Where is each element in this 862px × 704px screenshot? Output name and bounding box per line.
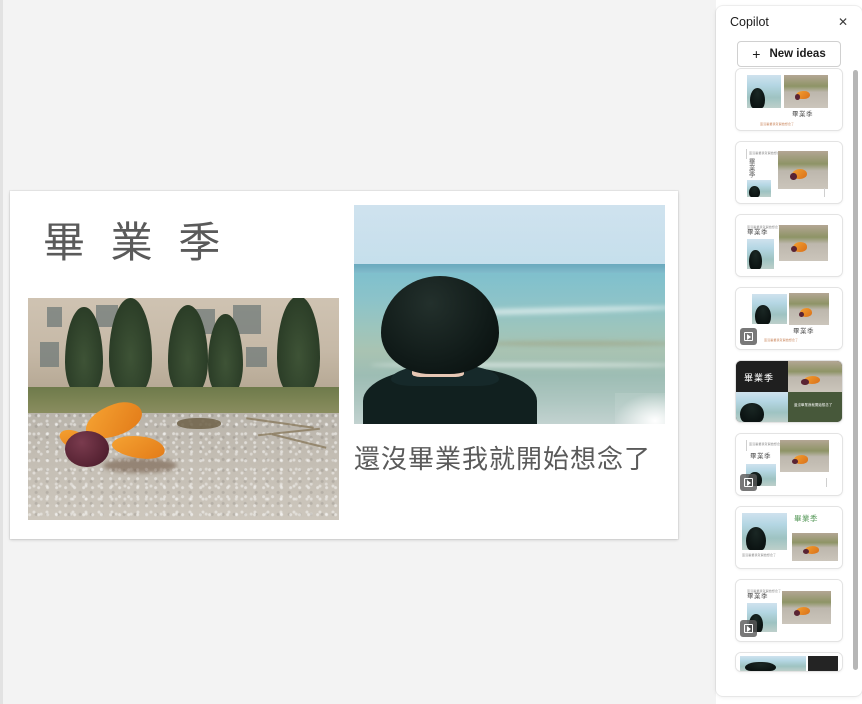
idea-2-title: 畢業季 <box>747 158 755 178</box>
idea-7-caption: 還沒畢業我就開始想念了 <box>742 553 777 557</box>
slide-title[interactable]: 畢 業 季 <box>43 222 227 264</box>
idea-8-title: 畢業季 <box>747 593 768 600</box>
design-idea-6[interactable]: 還沒畢業我就開始想念了 畢業季 <box>735 433 843 496</box>
idea-3-title: 畢業季 <box>747 229 768 236</box>
powerpoint-designer-screen: 畢 業 季 還沒畢業我就開始想念了 Copilot ✕ + New ideas … <box>0 0 862 704</box>
copilot-panel-title: Copilot <box>730 15 769 29</box>
new-ideas-button[interactable]: + New ideas <box>737 41 841 67</box>
video-play-icon[interactable] <box>740 328 757 345</box>
design-idea-3[interactable]: 還沒畢業我就開始想念了 畢業季 <box>735 214 843 277</box>
video-play-icon[interactable] <box>740 474 757 491</box>
design-idea-1[interactable]: 畢業季 還沒畢業我就開始想念了 <box>735 68 843 131</box>
video-play-icon[interactable] <box>740 620 757 637</box>
ideas-scrollbar-thumb[interactable] <box>853 70 858 670</box>
idea-5-caption: 還沒畢業我就開始想念了 <box>794 403 833 407</box>
idea-6-caption: 還沒畢業我就開始想念了 <box>749 442 784 446</box>
idea-1-title: 畢業季 <box>792 111 813 118</box>
new-ideas-label: New ideas <box>769 48 826 60</box>
idea-4-caption: 還沒畢業我就開始想念了 <box>764 338 799 342</box>
close-icon[interactable]: ✕ <box>833 12 853 32</box>
flower-scene-art <box>28 298 339 520</box>
sea-scene-art <box>354 205 665 424</box>
plus-icon: + <box>752 46 761 62</box>
idea-1-caption: 還沒畢業我就開始想念了 <box>760 122 795 126</box>
design-idea-9[interactable] <box>735 652 843 672</box>
slide-caption[interactable]: 還沒畢業我就開始想念了 <box>354 443 651 476</box>
idea-4-title: 畢業季 <box>793 328 814 335</box>
ideas-scrollbar[interactable] <box>853 70 858 688</box>
copilot-panel-body: Copilot ✕ + New ideas 畢業季 還沒畢業我就開始想念了 還沒… <box>716 6 862 696</box>
idea-7-title: 畢業季 <box>794 514 818 523</box>
flower-on-gravel-photo[interactable] <box>28 298 339 520</box>
person-facing-sea-photo[interactable] <box>354 205 665 424</box>
slide-surface[interactable]: 畢 業 季 還沒畢業我就開始想念了 <box>10 191 678 539</box>
idea-6-title: 畢業季 <box>750 453 771 460</box>
design-idea-5[interactable]: 畢業季 還沒畢業我就開始想念了 <box>735 360 843 423</box>
slide-canvas-area[interactable]: 畢 業 季 還沒畢業我就開始想念了 <box>3 0 716 704</box>
idea-5-title: 畢業季 <box>744 373 775 383</box>
design-idea-4[interactable]: 畢業季 還沒畢業我就開始想念了 <box>735 287 843 350</box>
design-ideas-list[interactable]: 畢業季 還沒畢業我就開始想念了 還沒畢業我就開始想念了 畢業季 還沒畢業我就開始… <box>716 68 862 696</box>
design-idea-7[interactable]: 還沒畢業我就開始想念了 畢業季 <box>735 506 843 569</box>
design-idea-2[interactable]: 還沒畢業我就開始想念了 畢業季 <box>735 141 843 204</box>
design-idea-8[interactable]: 還沒畢業我就開始想念了 畢業季 <box>735 579 843 642</box>
copilot-panel: Copilot ✕ + New ideas 畢業季 還沒畢業我就開始想念了 還沒… <box>716 0 862 704</box>
copilot-panel-header: Copilot ✕ <box>716 6 862 38</box>
